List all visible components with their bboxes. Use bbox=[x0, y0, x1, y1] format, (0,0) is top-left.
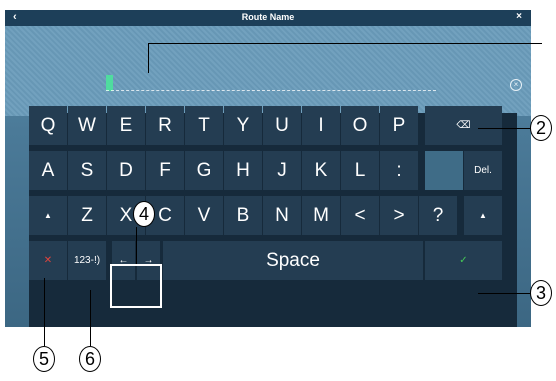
callout-line-4 bbox=[136, 227, 137, 264]
keyboard-gap bbox=[425, 151, 463, 190]
route-name-input[interactable]: × bbox=[5, 26, 531, 116]
confirm-key[interactable]: ✓ bbox=[425, 241, 502, 280]
clear-input-icon[interactable]: × bbox=[510, 79, 522, 91]
input-underline bbox=[106, 90, 436, 91]
key-j[interactable]: J bbox=[263, 151, 301, 190]
cursor-arrow-highlight bbox=[110, 264, 162, 308]
key-l[interactable]: L bbox=[341, 151, 379, 190]
key-z[interactable]: Z bbox=[68, 196, 106, 235]
key-k[interactable]: K bbox=[302, 151, 340, 190]
delete-key[interactable]: Del. bbox=[464, 151, 502, 190]
key-t[interactable]: T bbox=[185, 106, 223, 145]
callout-4: 4 bbox=[133, 201, 155, 227]
text-cursor bbox=[106, 75, 113, 91]
symbol-mode-key[interactable]: 123-!) bbox=[68, 241, 106, 280]
key-y[interactable]: Y bbox=[224, 106, 262, 145]
key-less-than[interactable]: < bbox=[341, 196, 379, 235]
space-key[interactable]: Space bbox=[163, 241, 423, 280]
key-o[interactable]: O bbox=[341, 106, 379, 145]
key-w[interactable]: W bbox=[68, 106, 106, 145]
shift-right-key[interactable]: ▲ bbox=[464, 196, 502, 235]
close-icon[interactable]: × bbox=[516, 11, 522, 22]
key-e[interactable]: E bbox=[107, 106, 145, 145]
key-question[interactable]: ? bbox=[419, 196, 457, 235]
key-b[interactable]: B bbox=[224, 196, 262, 235]
key-s[interactable]: S bbox=[68, 151, 106, 190]
key-p[interactable]: P bbox=[380, 106, 418, 145]
key-u[interactable]: U bbox=[263, 106, 301, 145]
key-r[interactable]: R bbox=[146, 106, 184, 145]
key-m[interactable]: M bbox=[302, 196, 340, 235]
key-greater-than[interactable]: > bbox=[380, 196, 418, 235]
callout-line-top-drop bbox=[148, 43, 149, 73]
key-n[interactable]: N bbox=[263, 196, 301, 235]
callout-3: 3 bbox=[530, 280, 552, 306]
key-d[interactable]: D bbox=[107, 151, 145, 190]
key-f[interactable]: F bbox=[146, 151, 184, 190]
key-g[interactable]: G bbox=[185, 151, 223, 190]
shift-left-key[interactable]: ▲ bbox=[29, 196, 67, 235]
callout-line-5 bbox=[44, 278, 45, 346]
key-i[interactable]: I bbox=[302, 106, 340, 145]
on-screen-keyboard: Q W E R T Y U I O P ⌫ A S D F G H J K L: Del. ▲ Z X C V B N M < >? ▲ ✕ 12… bbox=[29, 106, 517, 327]
callout-5: 5 bbox=[33, 346, 55, 372]
dialog-title: Route Name bbox=[241, 12, 295, 22]
cancel-key[interactable]: ✕ bbox=[29, 241, 67, 280]
key-h[interactable]: H bbox=[224, 151, 262, 190]
callout-line-2 bbox=[478, 128, 530, 129]
callout-line-3 bbox=[478, 293, 530, 294]
key-colon[interactable]: : bbox=[380, 151, 418, 190]
callout-line-top bbox=[148, 43, 542, 44]
key-v[interactable]: V bbox=[185, 196, 223, 235]
backspace-key[interactable]: ⌫ bbox=[425, 106, 502, 145]
key-q[interactable]: Q bbox=[29, 106, 67, 145]
callout-6: 6 bbox=[79, 346, 101, 372]
title-bar: ‹ Route Name × bbox=[5, 10, 531, 26]
key-a[interactable]: A bbox=[29, 151, 67, 190]
route-name-dialog: ‹ Route Name × × Q W E R T Y U I O P ⌫ A S D F G H J K L: De… bbox=[5, 10, 531, 327]
callout-2: 2 bbox=[530, 115, 552, 141]
callout-line-6 bbox=[90, 290, 91, 346]
